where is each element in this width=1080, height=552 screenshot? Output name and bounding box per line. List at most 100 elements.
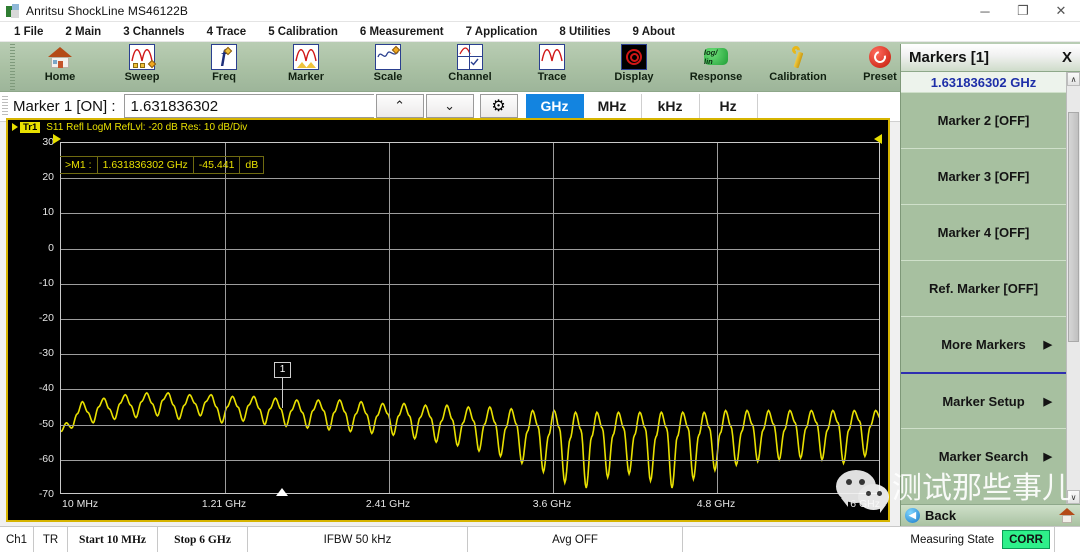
ribbon-grip[interactable] — [10, 44, 15, 90]
sidebar-item-more-markers[interactable]: More Markers ▶ — [901, 316, 1066, 372]
gridline-horizontal — [61, 178, 879, 180]
sidebar-item-marker-setup[interactable]: Marker Setup ▶ — [901, 372, 1066, 428]
plot-area[interactable] — [60, 142, 880, 494]
sidebar-close-icon[interactable]: X — [1062, 49, 1072, 66]
menu-item-trace[interactable]: 4 Trace — [207, 26, 247, 38]
menu-bar: 1 File 2 Main 3 Channels 4 Trace 5 Calib… — [0, 22, 1080, 42]
gear-icon[interactable]: ⚙ — [479, 94, 518, 118]
ribbon-button-channel[interactable]: Channel — [429, 42, 511, 92]
menu-item-main[interactable]: 2 Main — [65, 26, 101, 38]
maximize-icon[interactable]: ❐ — [1004, 0, 1042, 22]
ribbon-button-sweep[interactable]: Sweep — [101, 42, 183, 92]
status-ifbw[interactable]: IFBW 50 kHz — [248, 527, 468, 552]
menu-item-about[interactable]: 9 About — [633, 26, 675, 38]
sidebar-item-label: Marker 4 [OFF] — [937, 225, 1030, 240]
status-tr[interactable]: TR — [34, 527, 68, 552]
marker-flag-stem — [282, 377, 284, 408]
ribbon-label-sweep: Sweep — [124, 71, 160, 83]
marker-step-down-button[interactable]: ⌄ — [425, 94, 474, 118]
preset-icon — [867, 44, 893, 70]
plot-wrapper: 30 20 10 0 -10 -20 -30 -40 -50 -60 -70 >M1 : 1.631… — [8, 134, 888, 520]
app-icon — [6, 3, 20, 18]
marker-readout-name: >M1 : — [60, 156, 98, 174]
menu-item-channels[interactable]: 3 Channels — [123, 26, 184, 38]
back-arrow-icon: ◀ — [905, 508, 920, 523]
marker-position-triangle-icon — [276, 488, 289, 496]
scrollbar-thumb[interactable] — [1068, 112, 1079, 342]
entry-bar-grip[interactable] — [2, 96, 8, 117]
close-icon[interactable]: ✕ — [1042, 0, 1080, 22]
ribbon-button-trace[interactable]: Trace — [511, 42, 593, 92]
scroll-up-icon[interactable]: ∧ — [1067, 72, 1080, 86]
ribbon-button-marker[interactable]: Marker — [265, 42, 347, 92]
sidebar-item-marker-2[interactable]: Marker 2 [OFF] — [901, 92, 1066, 148]
sidebar-back-button[interactable]: ◀ Back — [901, 504, 1080, 526]
display-icon — [621, 44, 647, 70]
sidebar-item-marker-4[interactable]: Marker 4 [OFF] — [901, 204, 1066, 260]
marker-entry-label: Marker 1 [ON] : — [13, 98, 116, 115]
status-averaging[interactable]: Avg OFF — [468, 527, 683, 552]
status-spacer — [1054, 527, 1080, 552]
ribbon-button-calibration[interactable]: Calibration — [757, 42, 839, 92]
gridline-horizontal — [61, 213, 879, 215]
x-axis-tick-label: 6 GHz — [850, 498, 880, 510]
trace-header: Tr1 S11 Refl LogM RefLvl: -20 dB Res: 10… — [8, 120, 888, 134]
sidebar-item-label: Ref. Marker [OFF] — [928, 281, 1039, 296]
marker-value-input[interactable]: 1.631836302 — [123, 94, 374, 118]
home-icon[interactable] — [1059, 508, 1075, 523]
status-stop-frequency[interactable]: Stop 6 GHz — [158, 527, 248, 552]
scale-icon — [375, 44, 401, 70]
unit-hz-button[interactable]: Hz — [700, 94, 758, 118]
calibration-icon — [785, 44, 811, 70]
sidebar-item-ref-marker[interactable]: Ref. Marker [OFF] — [901, 260, 1066, 316]
menu-item-measurement[interactable]: 6 Measurement — [360, 26, 444, 38]
graph-panel[interactable]: Tr1 S11 Refl LogM RefLvl: -20 dB Res: 10… — [6, 118, 890, 522]
sidebar-item-marker-search[interactable]: Marker Search ▶ — [901, 428, 1066, 484]
ribbon-label-calibration: Calibration — [769, 71, 827, 83]
unit-mhz-button[interactable]: MHz — [584, 94, 642, 118]
status-start-frequency[interactable]: Start 10 MHz — [68, 527, 158, 552]
back-label: Back — [925, 508, 957, 523]
trace-active-arrow-icon — [12, 123, 18, 131]
status-channel[interactable]: Ch1 — [0, 527, 34, 552]
ribbon-button-home[interactable]: Home — [19, 42, 101, 92]
y-axis-tick-label: -60 — [38, 452, 54, 465]
menu-item-calibration[interactable]: 5 Calibration — [268, 26, 338, 38]
x-axis-tick-label: 1.21 GHz — [201, 498, 247, 510]
unit-khz-button[interactable]: kHz — [642, 94, 700, 118]
y-axis: 30 20 10 0 -10 -20 -30 -40 -50 -60 -70 — [8, 136, 56, 500]
gridline-horizontal — [61, 424, 879, 426]
trace-tag[interactable]: Tr1 — [20, 121, 41, 133]
marker-readout: >M1 : 1.631836302 GHz -45.441 dB — [60, 156, 265, 174]
ribbon-button-display[interactable]: Display — [593, 42, 675, 92]
gridline-vertical — [389, 143, 390, 493]
gridline-horizontal — [61, 389, 879, 391]
ribbon-button-scale[interactable]: Scale — [347, 42, 429, 92]
menu-item-utilities[interactable]: 8 Utilities — [559, 26, 610, 38]
x-axis-tick-label: 10 MHz — [62, 498, 99, 510]
x-axis-tick-label: 4.8 GHz — [696, 498, 736, 510]
menu-item-file[interactable]: 1 File — [14, 26, 43, 38]
ribbon-button-response[interactable]: log/ lin Response — [675, 42, 757, 92]
unit-ghz-button[interactable]: GHz — [525, 94, 584, 118]
home-icon — [47, 44, 73, 70]
sidebar-item-marker-3[interactable]: Marker 3 [OFF] — [901, 148, 1066, 204]
scroll-down-icon[interactable]: ∨ — [1067, 490, 1080, 504]
marker-step-up-button[interactable]: ⌃ — [375, 94, 424, 118]
y-axis-tick-label: -70 — [38, 488, 54, 500]
title-bar: Anritsu ShockLine MS46122B ─ ❐ ✕ — [0, 0, 1080, 22]
gridline-horizontal — [61, 319, 879, 320]
sidebar-scrollbar[interactable]: ∧ ∨ — [1066, 72, 1080, 504]
trace-icon — [539, 44, 565, 70]
marker-flag[interactable]: 1 — [274, 361, 292, 378]
sidebar-item-label: Marker 2 [OFF] — [937, 113, 1030, 128]
sidebar-title: Markers [1] — [909, 49, 990, 66]
sidebar-item-label: More Markers — [941, 337, 1026, 352]
x-axis-tick-label: 3.6 GHz — [532, 498, 572, 510]
sidebar-item-marker-1[interactable]: 1.631836302 GHz — [901, 72, 1066, 92]
y-axis-tick-label: 0 — [48, 241, 54, 254]
y-axis-tick-label: -40 — [38, 382, 54, 395]
minimize-icon[interactable]: ─ — [966, 0, 1004, 22]
ribbon-button-freq[interactable]: f Freq — [183, 42, 265, 92]
menu-item-application[interactable]: 7 Application — [466, 26, 538, 38]
